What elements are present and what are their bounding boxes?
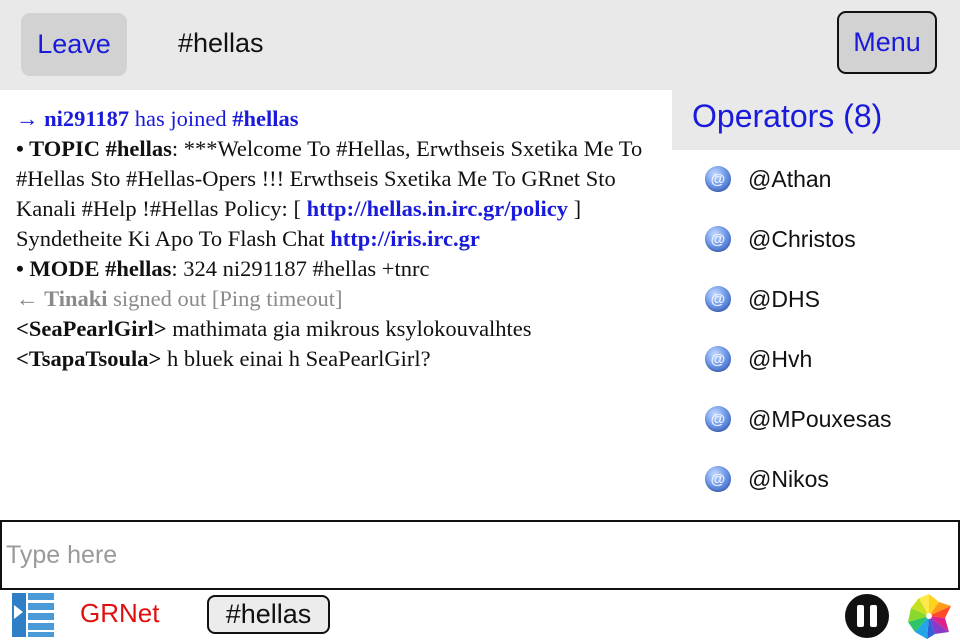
channel-tab[interactable]: #hellas (207, 595, 330, 634)
leave-button[interactable]: Leave (21, 13, 127, 76)
mode-bullet: • (16, 256, 30, 281)
pause-icon (857, 605, 864, 627)
menu-button[interactable]: Menu (837, 11, 937, 74)
operator-at-icon: @ (705, 286, 731, 312)
chat-log: → ni291187 has joined #hellas • TOPIC #h… (16, 104, 666, 374)
topic-label: TOPIC #hellas (29, 136, 172, 161)
message-nick[interactable]: <SeaPearlGirl> (16, 316, 167, 341)
chat-message: <TsapaTsoula> h bluek einai h SeaPearlGi… (16, 344, 666, 374)
operators-list: @ @Athan @ @Christos @ @DHS @ @Hvh @ @MP… (672, 150, 960, 510)
operator-name: @Nikos (748, 466, 829, 492)
pause-button[interactable] (845, 594, 889, 638)
join-message: → ni291187 has joined #hellas (16, 104, 666, 134)
operators-title: Operators (8) (692, 98, 883, 134)
join-nick[interactable]: ni291187 (44, 106, 129, 131)
server-list-icon[interactable] (10, 591, 56, 639)
operator-item[interactable]: @ @Christos (672, 210, 960, 270)
operator-at-icon: @ (705, 166, 731, 192)
operator-at-icon: @ (705, 226, 731, 252)
operator-item[interactable]: @ @Athan (672, 150, 960, 210)
join-arrow: → (16, 106, 39, 131)
quit-arrow: ← (16, 286, 39, 311)
operator-item[interactable]: @ @Hvh (672, 330, 960, 390)
topic-message: • TOPIC #hellas: ***Welcome To #Hellas, … (16, 134, 666, 254)
operator-name: @Hvh (748, 346, 813, 372)
operator-name: @Athan (748, 166, 832, 192)
quit-nick[interactable]: Tinaki (44, 286, 107, 311)
quit-message: ← Tinaki signed out [Ping timeout] (16, 284, 666, 314)
operator-item[interactable]: @ @DHS (672, 270, 960, 330)
topic-bullet: • (16, 136, 30, 161)
operator-name: @DHS (748, 286, 820, 312)
mode-message: • MODE #hellas: 324 ni291187 #hellas +tn… (16, 254, 666, 284)
mode-label: MODE #hellas (29, 256, 172, 281)
operator-item[interactable]: @ @MPouxesas (672, 390, 960, 450)
channel-title: #hellas (178, 28, 264, 58)
pause-icon (870, 605, 877, 627)
quit-text: signed out [Ping timeout] (107, 286, 343, 311)
chat-message: <SeaPearlGirl> mathimata gia mikrous ksy… (16, 314, 666, 344)
join-text: has joined (129, 106, 233, 131)
server-name[interactable]: GRNet (80, 598, 159, 629)
topic-link-iris[interactable]: http://iris.irc.gr (330, 226, 480, 251)
message-text: h bluek einai h SeaPearlGirl? (161, 346, 431, 371)
operator-name: @Christos (748, 226, 856, 252)
topic-link-policy[interactable]: http://hellas.in.irc.gr/policy (307, 196, 568, 221)
operator-at-icon: @ (705, 466, 731, 492)
message-text: mathimata gia mikrous ksylokouvalhtes (166, 316, 532, 341)
operator-name: @MPouxesas (748, 406, 892, 432)
operator-at-icon: @ (705, 406, 731, 432)
message-nick[interactable]: <TsapaTsoula> (16, 346, 161, 371)
join-channel[interactable]: #hellas (232, 106, 298, 131)
pinwheel-icon[interactable] (905, 592, 953, 640)
top-bar: Leave #hellas Menu (0, 0, 960, 90)
operators-header: Operators (8) (672, 90, 960, 150)
mode-text: : 324 ni291187 #hellas +tnrc (171, 256, 430, 281)
message-input[interactable] (0, 520, 960, 590)
operator-at-icon: @ (705, 346, 731, 372)
operator-item[interactable]: @ @Nikos (672, 450, 960, 510)
